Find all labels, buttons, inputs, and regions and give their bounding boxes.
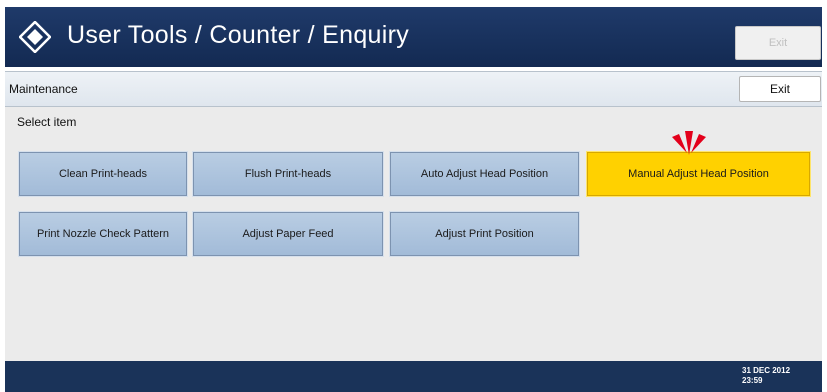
adjust-print-position-button[interactable]: Adjust Print Position xyxy=(389,211,580,257)
maintenance-header: Maintenance Exit xyxy=(5,71,822,107)
exit-button-disabled[interactable]: Exit xyxy=(735,26,821,60)
select-item-prompt: Select item xyxy=(17,115,77,129)
date-label: 31 DEC 2012 xyxy=(742,366,791,375)
device-screen: User Tools / Counter / Enquiry Exit Main… xyxy=(0,0,827,392)
auto-adjust-head-position-button[interactable]: Auto Adjust Head Position xyxy=(389,151,580,197)
exit-button[interactable]: Exit xyxy=(739,76,821,102)
flush-print-heads-button[interactable]: Flush Print-heads xyxy=(192,151,384,197)
page-title: User Tools / Counter / Enquiry xyxy=(67,21,410,49)
time-label: 23:59 xyxy=(742,376,763,385)
clean-print-heads-button[interactable]: Clean Print-heads xyxy=(18,151,188,197)
status-footer: 31 DEC 2012 23:59 xyxy=(5,361,822,392)
manual-adjust-head-position-button[interactable]: Manual Adjust Head Position xyxy=(586,151,811,197)
title-bar: User Tools / Counter / Enquiry Exit xyxy=(5,7,822,67)
diamond-logo-icon xyxy=(19,21,51,53)
date-time-display: 31 DEC 2012 23:59 xyxy=(742,366,790,386)
adjust-paper-feed-button[interactable]: Adjust Paper Feed xyxy=(192,211,384,257)
section-title: Maintenance xyxy=(9,82,78,96)
red-burst-pointer-icon xyxy=(672,131,706,155)
print-nozzle-check-pattern-button[interactable]: Print Nozzle Check Pattern xyxy=(18,211,188,257)
